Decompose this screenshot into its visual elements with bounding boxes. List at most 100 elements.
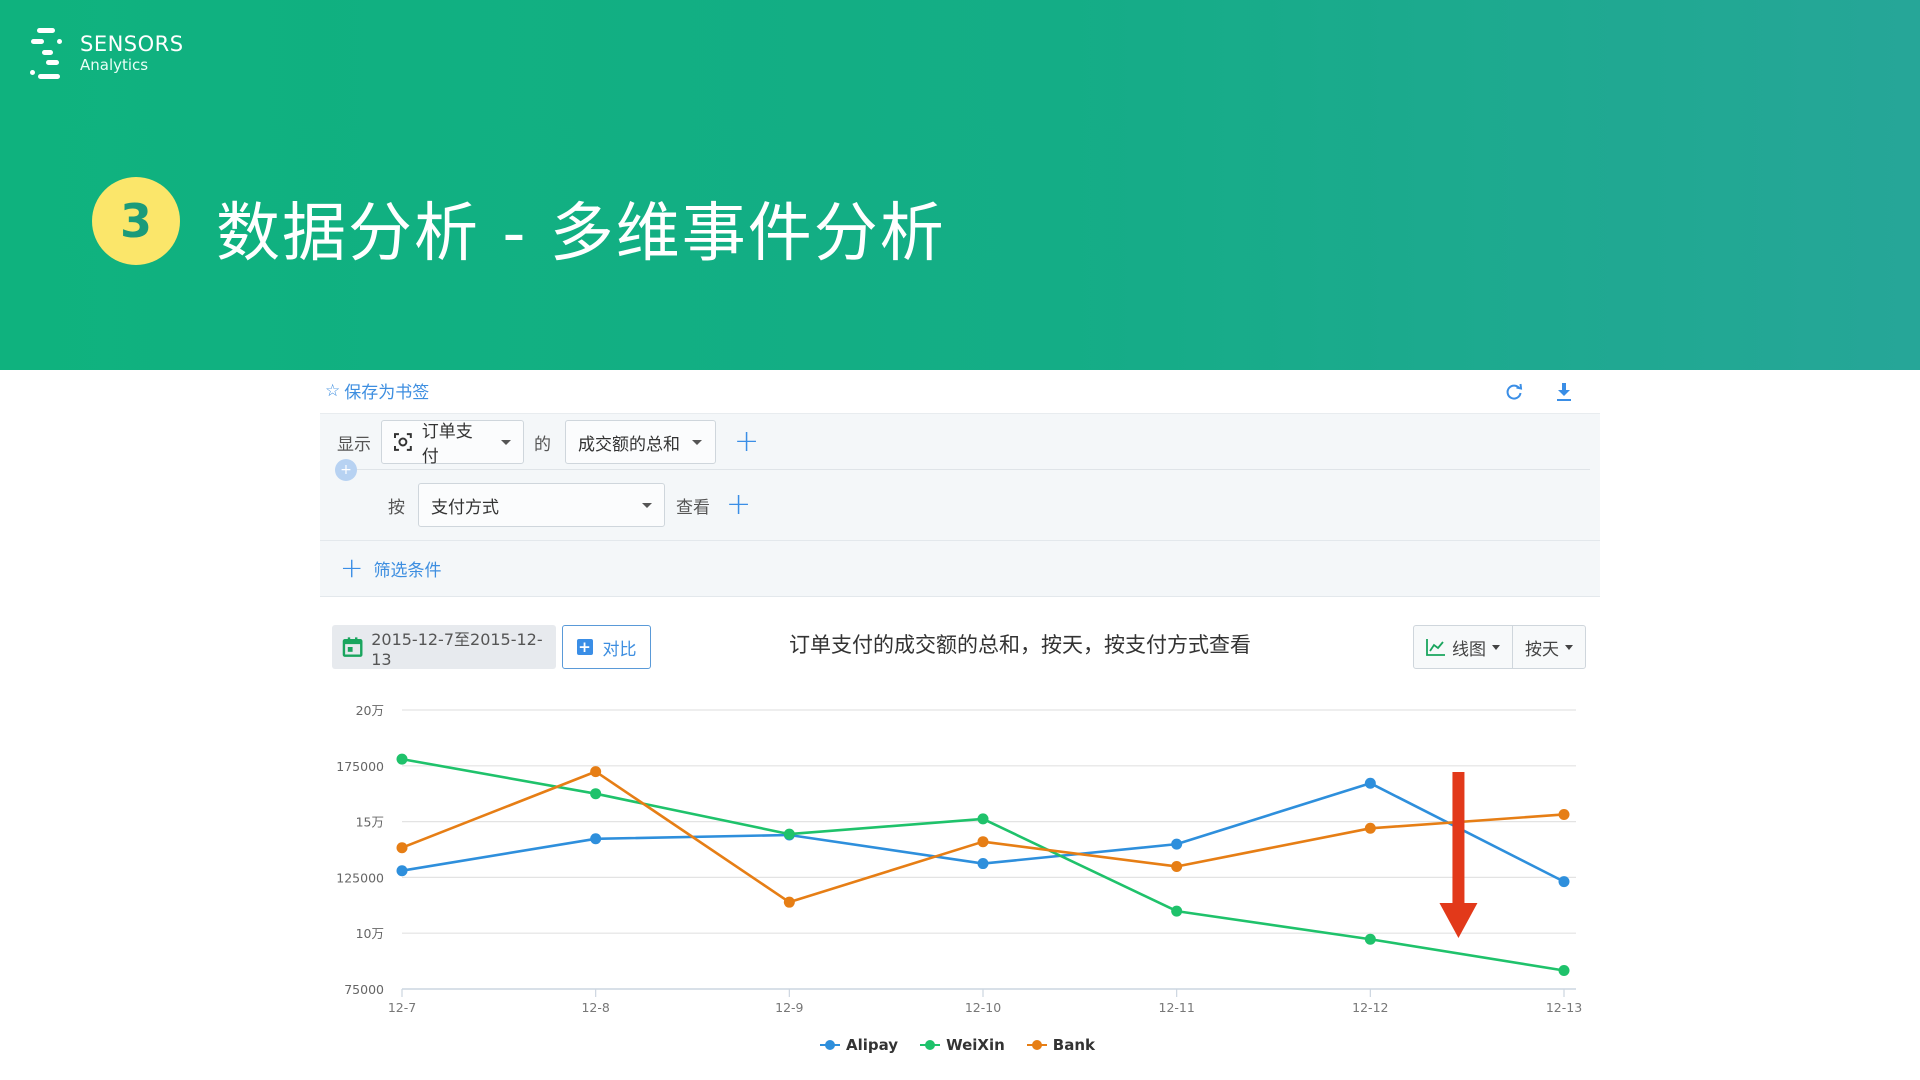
event-scan-icon xyxy=(394,433,412,451)
granularity-label: 按天 xyxy=(1525,639,1559,660)
group-by-value: 支付方式 xyxy=(431,497,499,518)
data-point-bank[interactable] xyxy=(396,842,408,854)
of-label: 的 xyxy=(534,434,551,455)
metric-dropdown[interactable]: 成交额的总和 xyxy=(565,420,716,464)
chevron-down-icon xyxy=(692,439,702,445)
legend-marker-icon xyxy=(1026,1040,1047,1050)
data-point-alipay[interactable] xyxy=(396,865,408,877)
chart-type-label: 线图 xyxy=(1452,639,1486,660)
legend-label: Bank xyxy=(1052,1036,1096,1054)
row-divider xyxy=(340,469,1590,470)
add-group-button[interactable]: + xyxy=(726,490,751,520)
y-tick-label: 175000 xyxy=(336,759,384,774)
legend-marker-icon xyxy=(820,1040,840,1050)
legend-marker-icon xyxy=(920,1040,941,1050)
chevron-down-icon xyxy=(1565,644,1573,650)
show-label: 显示 xyxy=(337,434,371,455)
compare-label: 对比 xyxy=(602,639,637,660)
x-tick-label: 12-12 xyxy=(1352,1000,1388,1015)
star-outline-icon: ☆ xyxy=(325,380,341,401)
refresh-button[interactable] xyxy=(1502,380,1526,404)
filter-label: 筛选条件 xyxy=(373,560,442,581)
plus-square-icon: + xyxy=(576,638,593,656)
data-point-alipay[interactable] xyxy=(1364,777,1376,789)
view-label: 查看 xyxy=(676,497,710,518)
top-actions xyxy=(1500,380,1580,404)
metric-value: 成交额的总和 xyxy=(578,434,680,455)
x-tick-label: 12-9 xyxy=(775,1000,803,1015)
data-point-weixin[interactable] xyxy=(1171,905,1183,917)
data-point-bank[interactable] xyxy=(1558,808,1570,820)
chevron-down-icon xyxy=(642,502,652,508)
data-point-bank[interactable] xyxy=(1171,860,1183,872)
data-point-weixin[interactable] xyxy=(783,828,795,840)
save-bookmark-link[interactable]: ☆ 保存为书签 xyxy=(325,378,430,404)
y-tick-label: 15万 xyxy=(356,815,384,830)
data-point-bank[interactable] xyxy=(977,836,989,848)
data-point-alipay[interactable] xyxy=(1171,838,1183,850)
sensors-logo: SENSORS Analytics xyxy=(28,26,188,82)
x-tick-label: 12-13 xyxy=(1546,1000,1582,1015)
data-point-weixin[interactable] xyxy=(977,813,989,825)
download-icon xyxy=(1557,383,1571,401)
event-dropdown[interactable]: 订单支付 xyxy=(381,420,524,467)
data-point-bank[interactable] xyxy=(590,766,602,778)
chart-options-group: 线图 按天 xyxy=(1413,625,1586,669)
down-arrow-annotation xyxy=(1439,772,1478,938)
data-point-weixin[interactable] xyxy=(590,788,602,800)
legend-item-bank[interactable]: Bank xyxy=(1026,1036,1096,1054)
download-button[interactable] xyxy=(1552,380,1576,404)
legend-label: WeiXin xyxy=(946,1036,1005,1054)
compare-button[interactable]: + 对比 xyxy=(562,625,651,669)
arrow-head xyxy=(1439,903,1478,938)
data-point-weixin[interactable] xyxy=(1558,964,1570,976)
line-chart-icon xyxy=(1426,639,1445,656)
calendar-icon xyxy=(342,637,363,657)
brand-name: SENSORS xyxy=(80,32,184,56)
data-point-alipay[interactable] xyxy=(977,858,989,870)
y-tick-label: 20万 xyxy=(356,703,384,718)
show-row: 显示 订单支付 的 成交额的总和 + xyxy=(337,420,759,467)
add-metric-button[interactable]: + xyxy=(734,427,759,457)
step-number-badge: 3 xyxy=(92,177,180,265)
data-point-bank[interactable] xyxy=(1364,822,1376,834)
data-point-alipay[interactable] xyxy=(1558,876,1570,888)
refresh-icon xyxy=(1506,383,1523,400)
plus-icon: + xyxy=(340,551,364,584)
legend-item-alipay[interactable]: Alipay xyxy=(820,1036,898,1054)
x-tick-label: 12-11 xyxy=(1159,1000,1195,1015)
data-point-weixin[interactable] xyxy=(1364,933,1376,945)
by-label: 按 xyxy=(388,497,405,518)
brand-subname: Analytics xyxy=(80,56,149,74)
section-divider xyxy=(320,540,1600,541)
page-title: 数据分析 - 多维事件分析 xyxy=(216,197,946,271)
y-tick-label: 125000 xyxy=(336,870,384,885)
x-tick-label: 12-10 xyxy=(965,1000,1001,1015)
y-tick-label: 10万 xyxy=(356,926,384,941)
chevron-down-icon xyxy=(1492,644,1500,650)
group-by-dropdown[interactable]: 支付方式 xyxy=(418,483,665,527)
x-tick-label: 12-7 xyxy=(388,1000,416,1015)
x-tick-label: 12-8 xyxy=(581,1000,609,1015)
chevron-down-icon xyxy=(501,439,511,445)
save-bookmark-label: 保存为书签 xyxy=(344,383,430,403)
query-panel: 显示 订单支付 的 成交额的总和 + + 按 支付方式 查看 + + 筛选条件 xyxy=(320,413,1600,597)
arrow-shaft xyxy=(1452,772,1465,906)
data-point-bank[interactable] xyxy=(783,896,795,908)
y-tick-label: 75000 xyxy=(344,982,384,997)
granularity-dropdown[interactable]: 按天 xyxy=(1512,626,1585,668)
data-point-alipay[interactable] xyxy=(590,833,602,845)
chart-type-dropdown[interactable]: 线图 xyxy=(1414,626,1512,668)
slide-header: SENSORS Analytics 3 数据分析 - 多维事件分析 xyxy=(0,0,1920,370)
data-point-weixin[interactable] xyxy=(396,753,408,765)
date-range-picker[interactable]: 2015-12-7至2015-12-13 xyxy=(332,625,556,669)
legend-item-weixin[interactable]: WeiXin xyxy=(920,1036,1005,1054)
legend-label: Alipay xyxy=(846,1036,899,1054)
series-bank xyxy=(396,766,1570,908)
add-condition-dot-button[interactable]: + xyxy=(335,459,357,481)
event-value: 订单支付 xyxy=(421,422,473,467)
date-range-value: 2015-12-7至2015-12-13 xyxy=(371,629,543,669)
sensors-logo-icon xyxy=(28,26,70,82)
chart-legend: Alipay WeiXin Bank xyxy=(820,1036,1095,1054)
add-filter-link[interactable]: + 筛选条件 xyxy=(340,554,441,582)
